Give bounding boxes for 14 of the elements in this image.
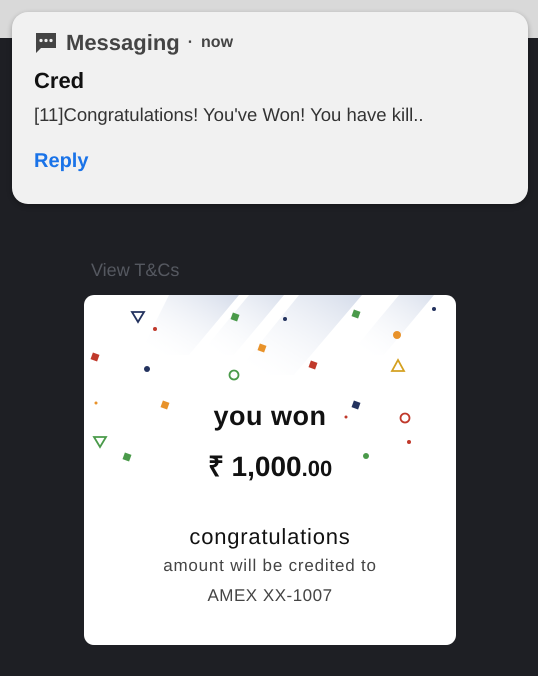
headline: you won <box>214 401 326 432</box>
terms-link[interactable]: View T&Cs <box>91 260 180 281</box>
app-name: Messaging <box>66 30 180 56</box>
reply-button[interactable]: Reply <box>34 150 88 173</box>
account-number: AMEX XX-1007 <box>207 586 333 606</box>
message-preview: [11]Congratulations! You've Won! You have kill.. <box>34 104 425 126</box>
notification-time: now <box>201 34 234 52</box>
chat-bubble-icon <box>34 32 58 54</box>
notification-card[interactable]: Messaging · now Cred [11]Congratulations! You've Won! You have kill.. Reply <box>12 12 528 204</box>
subtitle: amount will be credited to <box>163 556 377 576</box>
title: congratulations <box>189 524 351 550</box>
sender-name: Cred <box>34 68 86 94</box>
amount: ₹ 1,000.00 <box>208 450 332 484</box>
separator-dot: · <box>188 34 194 52</box>
